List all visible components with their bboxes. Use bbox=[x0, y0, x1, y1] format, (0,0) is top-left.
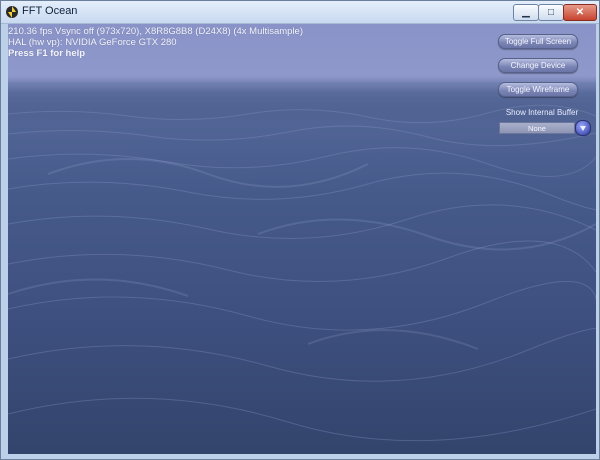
fps-stats-text: 210.36 fps Vsync off (973x720), X8R8G8B8… bbox=[8, 26, 303, 37]
close-button[interactable]: ✕ bbox=[563, 4, 597, 21]
toggle-fullscreen-button[interactable]: Toggle Full Screen bbox=[498, 34, 578, 49]
ocean-viewport[interactable]: 210.36 fps Vsync off (973x720), X8R8G8B8… bbox=[8, 24, 596, 454]
maximize-button[interactable]: □ bbox=[538, 4, 564, 21]
chevron-down-icon bbox=[580, 126, 586, 131]
internal-buffer-label: Show Internal Buffer bbox=[505, 108, 579, 117]
window-title: FFT Ocean bbox=[22, 5, 78, 17]
change-device-button[interactable]: Change Device bbox=[498, 58, 578, 73]
title-bar[interactable]: FFT Ocean ▁ □ ✕ bbox=[1, 1, 599, 24]
minimize-icon: ▁ bbox=[522, 7, 530, 18]
maximize-icon: □ bbox=[547, 7, 555, 18]
minimize-button[interactable]: ▁ bbox=[513, 4, 539, 21]
device-info-text: HAL (hw vp): NVIDIA GeForce GTX 280 bbox=[8, 37, 177, 48]
app-icon bbox=[6, 6, 18, 18]
buffer-dropdown-button[interactable] bbox=[575, 120, 591, 136]
toggle-wireframe-button[interactable]: Toggle Wireframe bbox=[498, 82, 578, 97]
close-icon: ✕ bbox=[575, 7, 585, 18]
internal-buffer-select[interactable]: None bbox=[499, 122, 575, 134]
help-hint-text: Press F1 for help bbox=[8, 48, 86, 59]
app-window: FFT Ocean ▁ □ ✕ 210.36 fps Vsync off (97… bbox=[0, 0, 600, 460]
